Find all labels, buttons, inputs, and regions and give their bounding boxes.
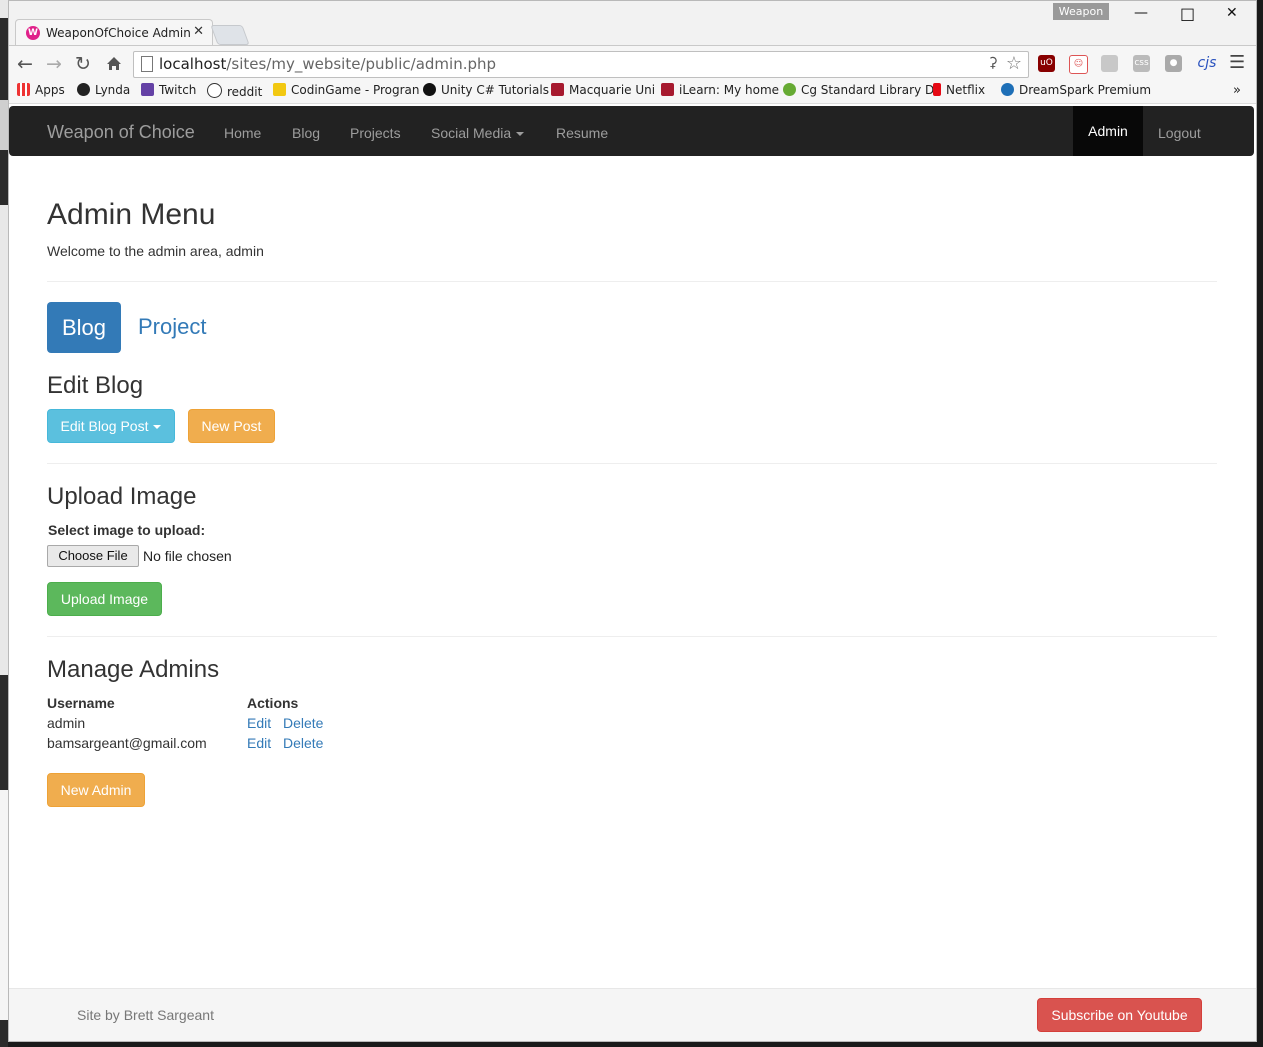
ublock-extension-icon[interactable]: uO [1038, 55, 1055, 72]
chevron-down-icon [153, 425, 162, 430]
window-badge: Weapon [1053, 3, 1109, 20]
address-url: localhost/sites/my_website/public/admin.… [159, 55, 497, 73]
reddit-icon [207, 83, 222, 98]
column-header-actions: Actions [247, 695, 299, 711]
cat-extension-icon[interactable]: ☺ [1069, 55, 1088, 74]
browser-window: W WeaponOfChoice Admin ✕ Weapon — □ ✕ ← … [8, 0, 1257, 1042]
bookmark-apps[interactable]: Apps [17, 83, 65, 97]
page-title: Admin Menu [47, 198, 216, 231]
edit-blog-post-button[interactable]: Edit Blog Post [47, 409, 175, 443]
site-brand[interactable]: Weapon of Choice [47, 122, 195, 143]
home-icon[interactable] [106, 56, 122, 71]
nav-logout[interactable]: Logout [1158, 125, 1201, 141]
macquarie-shield-icon [551, 83, 564, 96]
welcome-text: Welcome to the admin area, admin [47, 243, 264, 259]
tab-close-icon[interactable]: ✕ [193, 24, 204, 39]
bookmark-dreamspark[interactable]: DreamSpark Premium [1001, 83, 1151, 97]
new-post-button[interactable]: New Post [188, 409, 275, 443]
netflix-icon [933, 83, 941, 96]
back-arrow-icon[interactable]: ← [17, 53, 33, 75]
menu-icon[interactable]: ☰ [1229, 52, 1245, 73]
admin-username: bamsargeant@gmail.com [47, 735, 207, 751]
tab-favicon-icon: W [26, 26, 40, 40]
web-page: Weapon of Choice Home Blog Projects Soci… [9, 104, 1256, 1041]
admin-username: admin [47, 715, 86, 731]
lynda-icon [77, 83, 90, 96]
window-close-icon[interactable]: ✕ [1226, 5, 1238, 21]
bookmarks-bar: Apps Lynda Twitch reddit CodinGame - Pro… [9, 81, 1256, 104]
dreamspark-icon [1001, 83, 1014, 96]
bookmark-twitch[interactable]: Twitch [141, 83, 196, 97]
paw-icon [423, 83, 436, 96]
maximize-icon[interactable]: □ [1180, 4, 1195, 23]
nav-projects[interactable]: Projects [350, 125, 401, 141]
bookmark-netflix[interactable]: Netflix [933, 83, 985, 97]
ilearn-shield-icon [661, 83, 674, 96]
edit-admin-link[interactable]: Edit [247, 735, 271, 751]
upload-label: Select image to upload: [48, 522, 206, 538]
edit-blog-heading: Edit Blog [47, 372, 144, 399]
delete-admin-link[interactable]: Delete [283, 735, 323, 751]
nav-home[interactable]: Home [224, 125, 261, 141]
site-navbar: Weapon of Choice Home Blog Projects Soci… [9, 106, 1254, 156]
column-header-username: Username [47, 695, 115, 711]
bulb-extension-icon[interactable]: ● [1165, 55, 1182, 72]
globe-icon [783, 83, 796, 96]
footer-credit: Site by Brett Sargeant [77, 1007, 214, 1023]
divider [47, 463, 1217, 464]
nav-blog[interactable]: Blog [292, 125, 320, 141]
bookmark-cg-library[interactable]: Cg Standard Library D [783, 83, 934, 97]
tab-title: WeaponOfChoice Admin [46, 26, 191, 40]
edit-admin-link[interactable]: Edit [247, 715, 271, 731]
upload-image-button[interactable]: Upload Image [47, 582, 162, 616]
grid-extension-icon[interactable] [1101, 55, 1118, 72]
browser-toolbar: ← → ↻ localhost/sites/my_website/public/… [9, 45, 1256, 82]
nav-social-media[interactable]: Social Media [431, 125, 525, 141]
browser-tab[interactable]: W WeaponOfChoice Admin ✕ [15, 19, 213, 46]
bookmark-unity[interactable]: Unity C# Tutorials [423, 83, 549, 97]
file-status: No file chosen [143, 548, 232, 564]
chevron-down-icon [516, 132, 525, 137]
apps-grid-icon [17, 83, 30, 96]
divider [47, 636, 1217, 637]
divider [47, 281, 1217, 282]
nav-admin[interactable]: Admin [1073, 106, 1143, 156]
reload-icon[interactable]: ↻ [75, 53, 91, 75]
codingame-icon [273, 83, 286, 96]
address-bar[interactable]: localhost/sites/my_website/public/admin.… [133, 51, 1029, 78]
site-footer: Site by Brett Sargeant Subscribe on Yout… [9, 988, 1256, 1041]
page-icon [141, 56, 153, 72]
nav-resume[interactable]: Resume [556, 125, 608, 141]
pill-project[interactable]: Project [138, 314, 206, 340]
pill-blog[interactable]: Blog [47, 302, 121, 353]
bookmark-reddit[interactable]: reddit [207, 83, 262, 99]
bookmark-macquarie[interactable]: Macquarie Uni [551, 83, 655, 97]
bookmark-star-icon[interactable]: ☆ [1006, 53, 1022, 74]
new-tab-button[interactable] [210, 25, 250, 45]
forward-arrow-icon[interactable]: → [46, 53, 62, 75]
more-bookmarks-icon[interactable]: » [1233, 83, 1241, 98]
new-admin-button[interactable]: New Admin [47, 773, 145, 807]
manage-admins-heading: Manage Admins [47, 656, 220, 683]
minimize-icon[interactable]: — [1134, 5, 1148, 21]
bookmark-lynda[interactable]: Lynda [77, 83, 130, 97]
key-icon[interactable]: ⚳ [988, 55, 998, 71]
title-bar: W WeaponOfChoice Admin ✕ Weapon — □ ✕ [9, 1, 1256, 46]
bookmark-ilearn[interactable]: iLearn: My home [661, 83, 779, 97]
cjs-extension-icon[interactable]: cjs [1195, 55, 1219, 72]
desktop-background [0, 0, 8, 1047]
delete-admin-link[interactable]: Delete [283, 715, 323, 731]
css-extension-icon[interactable]: css [1133, 55, 1150, 72]
subscribe-youtube-button[interactable]: Subscribe on Youtube [1037, 998, 1202, 1032]
choose-file-button[interactable]: Choose File [47, 545, 139, 567]
bookmark-codingame[interactable]: CodinGame - Progran [273, 83, 420, 97]
twitch-icon [141, 83, 154, 96]
upload-image-heading: Upload Image [47, 483, 197, 510]
